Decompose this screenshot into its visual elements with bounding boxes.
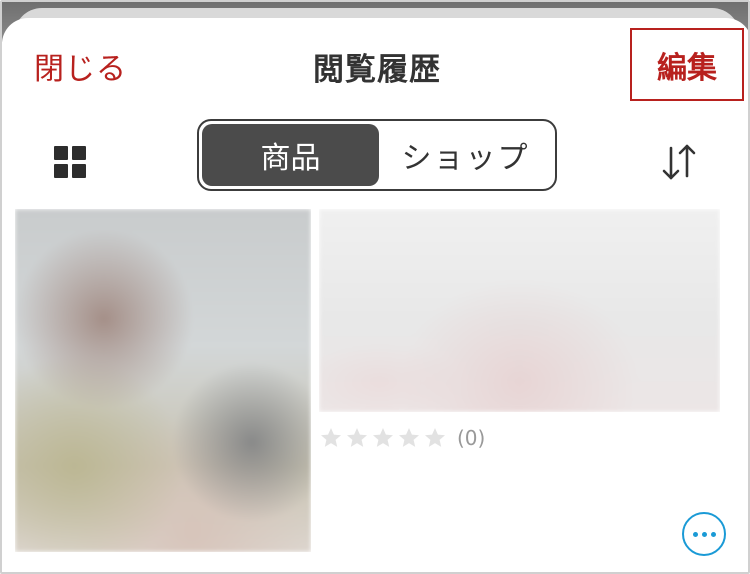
sort-icon[interactable] [658, 140, 700, 184]
product-image[interactable] [15, 209, 311, 552]
segmented-control: 商品 ショップ [197, 119, 557, 191]
star-icon [347, 428, 367, 447]
close-button[interactable]: 閉じる [34, 44, 127, 88]
browsing-history-modal: 閉じる 閲覧履歴 編集 商品 ショップ (0) [0, 0, 750, 574]
grid-view-icon[interactable] [54, 146, 86, 178]
more-options-icon[interactable] [682, 512, 726, 556]
edit-button[interactable]: 編集 [630, 28, 744, 101]
segment-shops[interactable]: ショップ [379, 124, 552, 186]
product-image[interactable] [319, 209, 720, 412]
star-icon [321, 428, 341, 447]
product-card[interactable] [15, 209, 311, 552]
segment-products[interactable]: 商品 [202, 124, 379, 186]
star-icon [399, 428, 419, 447]
star-icon [373, 428, 393, 447]
product-card[interactable] [319, 209, 720, 412]
star-icon [425, 428, 445, 447]
product-rating: (0) [319, 426, 485, 450]
rating-count: (0) [457, 426, 486, 450]
